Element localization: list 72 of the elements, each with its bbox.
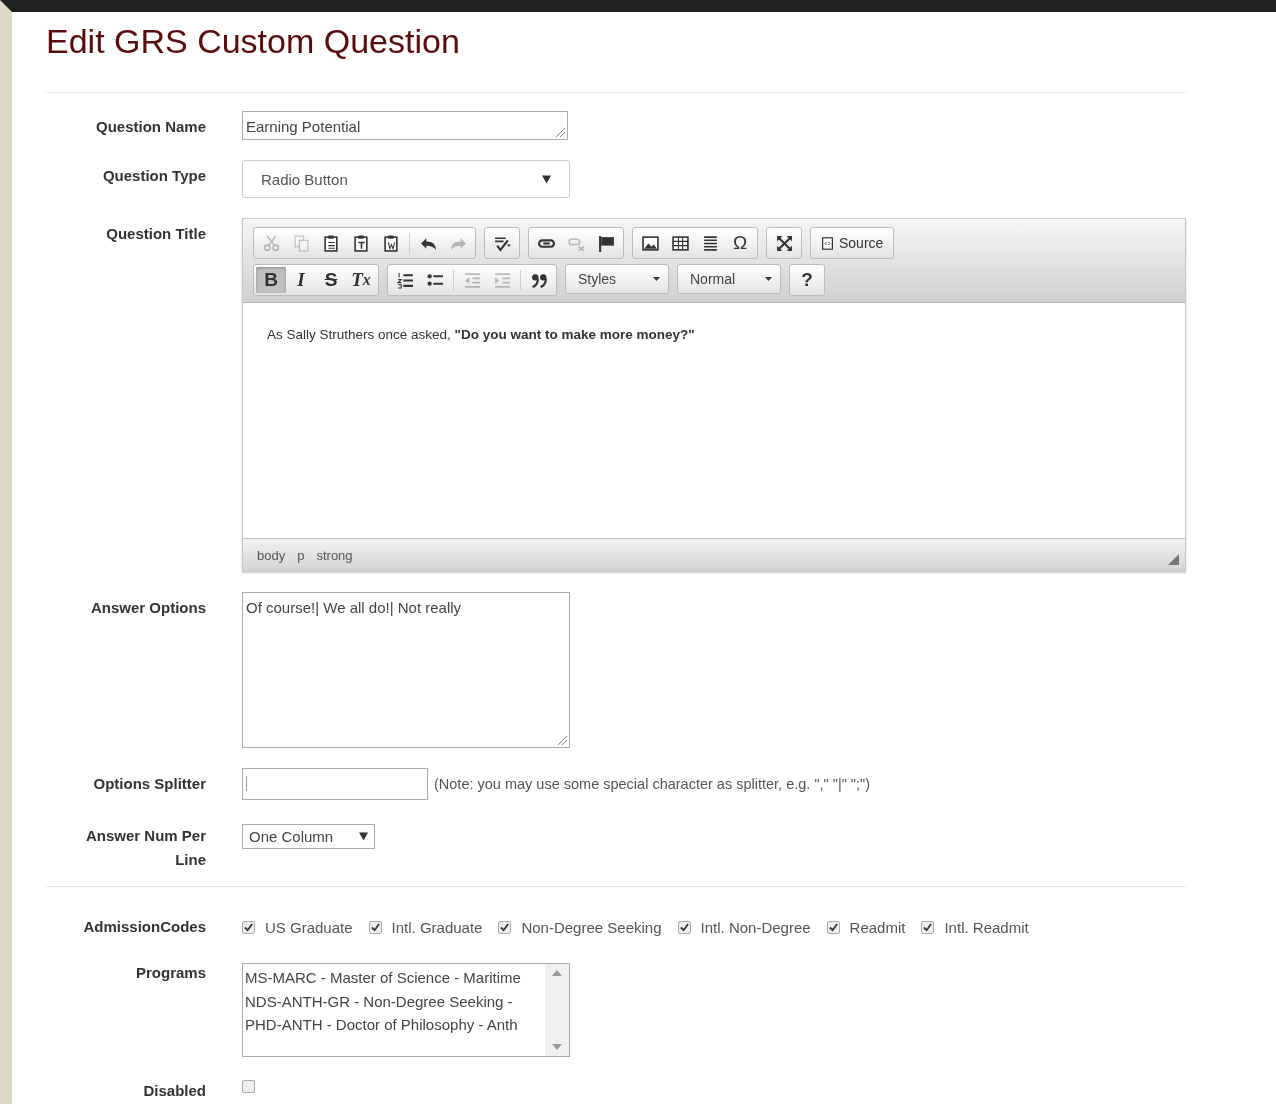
list-option[interactable]: MS-MARC - Master of Science - Maritime (245, 966, 543, 990)
field-label: Question Title (105, 224, 206, 244)
format-dropdown[interactable]: Normal (677, 264, 781, 294)
checkbox[interactable] (242, 921, 255, 934)
editor-text: As Sally Struthers once asked, "Do you want to make more money?" (267, 327, 696, 342)
horizontal-lines-icon (701, 234, 719, 252)
clipboard-word-icon (382, 234, 400, 252)
element-path-link[interactable]: p (297, 547, 305, 563)
toolbar-button[interactable]: ? (792, 267, 822, 293)
checkbox-label: Readmit (849, 919, 906, 936)
answer-options-field[interactable]: Of course!| We all do!| Not really (242, 592, 570, 748)
outdent-icon (463, 271, 481, 289)
question-name-field[interactable]: Earning Potential (242, 111, 568, 140)
field-label: Disabled (142, 1081, 206, 1101)
image-icon (641, 234, 659, 252)
format-dropdown[interactable]: Styles (565, 264, 669, 294)
checkbox[interactable] (242, 1080, 255, 1093)
checkbox-label: Intl. Non-Degree (700, 919, 811, 936)
answer-num-dropdown[interactable]: One Column (242, 824, 375, 849)
checkbox-label: Intl. Readmit (944, 919, 1029, 936)
list-option[interactable]: PHD-ANTH - Doctor of Philosophy - Anth (245, 1013, 543, 1037)
field-label: Question Name (94, 117, 206, 137)
toolbar-button[interactable]: I (286, 267, 316, 293)
table-icon (671, 234, 689, 252)
caret-icon (765, 277, 772, 281)
indent-icon (493, 271, 511, 289)
checkbox-label: US Graduate (265, 919, 353, 936)
scroll-up-icon (552, 970, 562, 976)
field-label: Programs (134, 963, 206, 983)
checkbox-label: Intl. Graduate (391, 919, 483, 936)
spellcheck-icon (493, 234, 511, 252)
field-label: Question Type (101, 166, 206, 186)
resize-grip-icon (555, 127, 566, 138)
clipboard-icon (322, 234, 340, 252)
page-title: Edit GRS Custom Question (46, 22, 461, 62)
clipboard-text-icon (352, 234, 370, 252)
field-label: Answer Num Per Line (84, 826, 206, 870)
element-path-link[interactable]: strong (316, 547, 353, 563)
field-label: AdmissionCodes (82, 917, 206, 937)
programs-listbox[interactable]: MS-MARC - Master of Science - Maritime NDS-ANTH-GR - Non-Degree Seeking - PHD-ANTH - Doctor of Philosophy - Anth (242, 963, 570, 1057)
checkbox[interactable] (826, 921, 840, 934)
toolbar-button[interactable]: S (316, 267, 346, 293)
field-label: Options Splitter (92, 774, 206, 794)
checkbox[interactable] (921, 921, 935, 934)
splitter-note: (Note: you may use some special character as splitter, e.g. "," "|" ";") (434, 776, 870, 792)
scissors-icon (262, 234, 280, 252)
scroll-down-icon (552, 1044, 562, 1050)
checkbox-label: Non-Degree Seeking (521, 919, 662, 936)
splitter-field[interactable] (242, 768, 428, 800)
maximize-icon (775, 234, 793, 252)
flag-icon (597, 234, 615, 252)
scrollbar[interactable] (545, 964, 569, 1056)
checkbox[interactable] (677, 921, 691, 934)
resize-grip-icon (557, 735, 568, 746)
resize-grip-icon (1168, 554, 1179, 565)
checkbox[interactable] (498, 921, 512, 934)
question-type-dropdown[interactable]: Radio Button (242, 160, 570, 198)
list-option[interactable]: NDS-ANTH-GR - Non-Degree Seeking - (245, 989, 543, 1013)
element-path-link[interactable]: body (257, 547, 286, 563)
checkbox[interactable] (368, 921, 382, 934)
caret-icon (653, 277, 660, 281)
copy-icon (292, 234, 310, 252)
source-button[interactable]: Source (813, 230, 892, 256)
caret-icon (542, 174, 551, 184)
toolbar-button[interactable]: Ω (725, 230, 755, 256)
bulleted-list-icon (426, 271, 444, 289)
toolbar-button[interactable]: B (256, 267, 286, 293)
quote-icon (530, 271, 548, 289)
numbered-list-icon (396, 271, 414, 289)
caret-icon (359, 832, 368, 841)
field-label: Answer Options (90, 598, 206, 618)
document-icon (821, 236, 834, 250)
